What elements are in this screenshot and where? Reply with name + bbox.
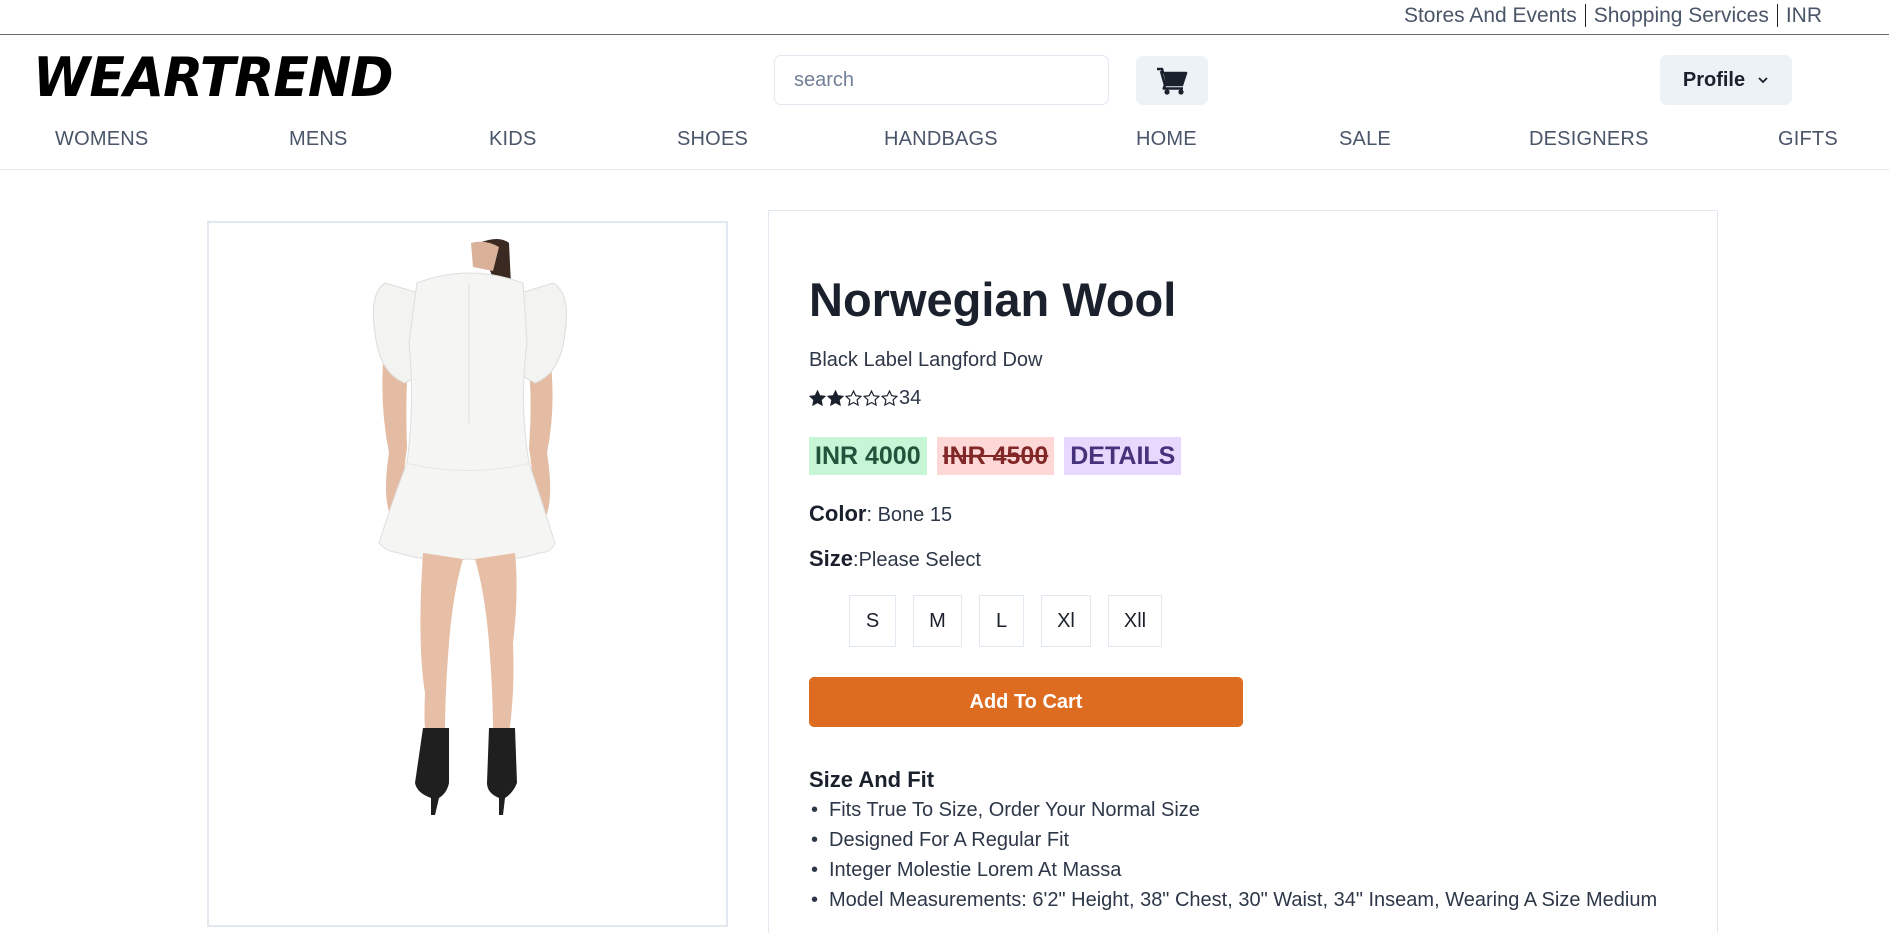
nav-item-mens[interactable]: MENS — [289, 128, 348, 151]
nav-item-home[interactable]: HOME — [1136, 128, 1197, 151]
star-icon — [845, 390, 862, 407]
profile-menu-button[interactable]: Profile — [1660, 55, 1792, 105]
cart-button[interactable] — [1136, 56, 1208, 105]
list-item: Integer Molestie Lorem At Massa — [809, 855, 1657, 885]
size-option-s[interactable]: S — [849, 595, 896, 647]
shopping-cart-icon — [1157, 67, 1188, 95]
stores-events-link[interactable]: Stores And Events — [1396, 4, 1585, 27]
nav-item-sale[interactable]: SALE — [1339, 128, 1391, 151]
price-badge: INR 4000 — [809, 437, 927, 475]
top-links: Stores And Events Shopping Services INR — [1396, 4, 1830, 27]
color-info: Color: Bone 15 — [809, 501, 952, 527]
chevron-down-icon — [1758, 77, 1768, 84]
brand-logo[interactable]: WEARTREND — [33, 47, 394, 110]
shopping-services-link[interactable]: Shopping Services — [1584, 4, 1777, 27]
product-brand: Black Label Langford Dow — [809, 349, 1043, 371]
size-fit-heading: Size And Fit — [809, 767, 935, 792]
price-row: INR 4000 INR 4500 DETAILS — [809, 437, 1182, 475]
profile-label: Profile — [1682, 68, 1746, 91]
rating-count: 34 — [899, 387, 922, 409]
product-title: Norwegian Wool — [809, 273, 1177, 326]
list-item: Model Measurements: 6'2" Height, 38" Che… — [809, 885, 1657, 915]
product-image-panel — [207, 221, 728, 927]
size-option-l[interactable]: L — [979, 595, 1024, 647]
nav-item-designers[interactable]: DESIGNERS — [1529, 128, 1649, 151]
list-item: Fits True To Size, Order Your Normal Siz… — [809, 795, 1657, 825]
product-rating: 34 — [809, 387, 921, 410]
old-price-badge: INR 4500 — [936, 437, 1055, 475]
nav-item-gifts[interactable]: GIFTS — [1778, 128, 1838, 151]
size-option-xl[interactable]: Xl — [1041, 595, 1091, 647]
size-options: S M L Xl Xll — [849, 595, 1162, 647]
category-nav: WOMENS MENS KIDS SHOES HANDBAGS HOME SAL… — [0, 122, 1889, 170]
rating-stars — [809, 390, 898, 407]
star-icon — [881, 390, 898, 407]
color-value: : Bone 15 — [866, 504, 953, 526]
product-details-panel: Norwegian Wool Black Label Langford Dow … — [768, 210, 1718, 933]
star-icon — [863, 390, 880, 407]
size-value: :Please Select — [853, 549, 981, 571]
details-badge[interactable]: DETAILS — [1064, 437, 1182, 475]
top-utility-bar: Stores And Events Shopping Services INR — [0, 0, 1889, 35]
nav-item-womens[interactable]: WOMENS — [55, 128, 148, 151]
size-info: Size:Please Select — [809, 546, 981, 572]
size-option-m[interactable]: M — [913, 595, 962, 647]
product-image — [372, 239, 567, 815]
add-to-cart-button[interactable]: Add To Cart — [809, 677, 1243, 727]
color-label: Color — [809, 501, 867, 526]
list-item: Designed For A Regular Fit — [809, 825, 1657, 855]
nav-item-shoes[interactable]: SHOES — [677, 128, 748, 151]
search-input[interactable] — [774, 55, 1109, 105]
star-icon — [809, 390, 826, 407]
star-icon — [827, 390, 844, 407]
nav-item-handbags[interactable]: HANDBAGS — [884, 128, 998, 151]
nav-item-kids[interactable]: KIDS — [489, 128, 536, 151]
size-label: Size — [809, 546, 854, 571]
size-fit-list: Fits True To Size, Order Your Normal Siz… — [809, 795, 1657, 915]
currency-link[interactable]: INR — [1776, 4, 1830, 27]
size-option-xll[interactable]: Xll — [1108, 595, 1162, 647]
